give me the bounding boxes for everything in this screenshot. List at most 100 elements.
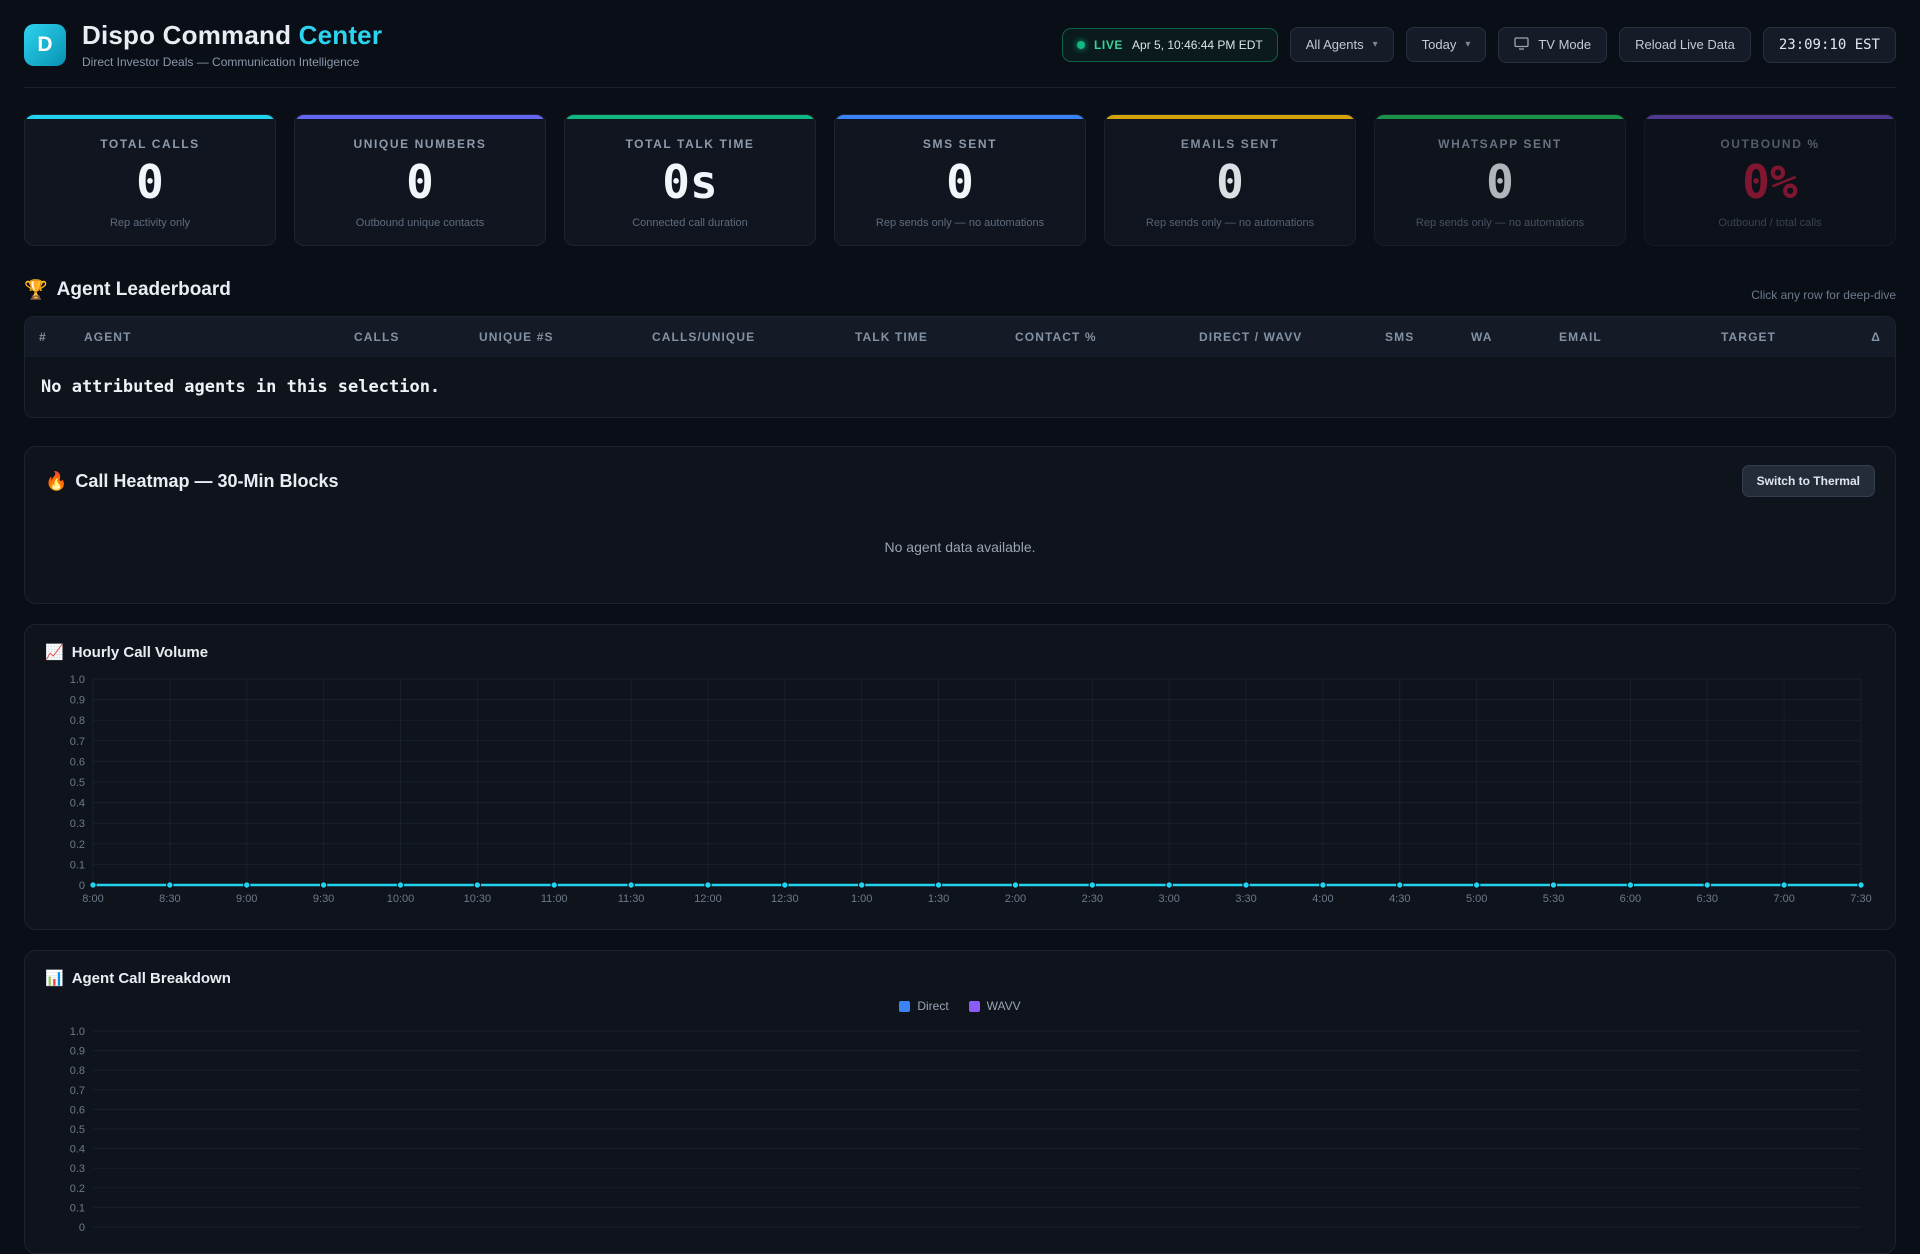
kpi-card-whatsapp-sent: WHATSAPP SENT 0 Rep sends only — no auto… — [1374, 114, 1626, 246]
svg-text:0.3: 0.3 — [70, 1163, 85, 1175]
hourly-call-volume-chart: 0 0.1 0.2 0.3 0.4 0.5 0.6 0.7 0.8 0.9 1.0 8:00 8:30 9… — [45, 673, 1875, 911]
header: D Dispo Command Center Direct Investor D… — [24, 0, 1896, 88]
kpi-label: WHATSAPP SENT — [1438, 137, 1562, 151]
svg-text:6:30: 6:30 — [1697, 893, 1718, 905]
agents-filter-value: All Agents — [1305, 37, 1364, 52]
reload-live-data-button[interactable]: Reload Live Data — [1619, 27, 1751, 62]
leaderboard-table-header: # AGENT CALLS UNIQUE #S CALLS/UNIQUE TAL… — [25, 317, 1895, 357]
col-direct-wavv: DIRECT / WAVV — [1199, 330, 1303, 344]
switch-thermal-button[interactable]: Switch to Thermal — [1741, 465, 1875, 497]
hourly-card-header: 📈 Hourly Call Volume — [45, 643, 1875, 662]
col-rank: # — [39, 330, 47, 344]
svg-text:0.6: 0.6 — [70, 1104, 85, 1116]
live-status-badge: LIVE Apr 5, 10:46:44 PM EDT — [1061, 27, 1278, 62]
svg-text:0.5: 0.5 — [70, 777, 85, 789]
agents-filter-dropdown[interactable]: All Agents ▾ — [1289, 27, 1394, 62]
page-title: Dispo Command Center — [82, 20, 382, 51]
header-titles: Dispo Command Center Direct Investor Dea… — [82, 20, 382, 69]
app-logo: D — [24, 23, 66, 66]
svg-text:0.8: 0.8 — [70, 715, 85, 727]
kpi-subtext: Outbound / total calls — [1718, 217, 1822, 229]
agent-call-breakdown-chart: 0 0.1 0.2 0.3 0.4 0.5 0.6 0.7 0.8 0.9 1.0 — [45, 1025, 1875, 1235]
hourly-title: 📈 Hourly Call Volume — [45, 643, 208, 662]
live-dot-icon — [1076, 40, 1085, 49]
kpi-accent-bar — [1105, 115, 1355, 119]
date-filter-value: Today — [1421, 37, 1457, 52]
kpi-accent-bar — [295, 115, 545, 119]
svg-text:0.6: 0.6 — [70, 756, 85, 768]
tv-mode-button[interactable]: TV Mode — [1498, 26, 1608, 63]
breakdown-title-text: Agent Call Breakdown — [71, 969, 231, 987]
breakdown-title: 📊 Agent Call Breakdown — [45, 969, 231, 988]
heatmap-card-header: 🔥 Call Heatmap — 30-Min Blocks Switch to… — [45, 465, 1875, 497]
svg-text:10:30: 10:30 — [464, 893, 492, 905]
legend-label-wavv: WAVV — [986, 999, 1021, 1013]
chevron-down-icon: ▾ — [1465, 39, 1471, 50]
wavv-swatch-icon — [968, 1000, 980, 1012]
col-calls-per-unique: CALLS/UNIQUE — [652, 330, 756, 344]
kpi-accent-bar — [1645, 115, 1895, 119]
leaderboard-empty-message: No attributed agents in this selection. — [41, 377, 441, 397]
kpi-subtext: Connected call duration — [632, 217, 748, 229]
call-heatmap-card: 🔥 Call Heatmap — 30-Min Blocks Switch to… — [24, 446, 1896, 604]
col-target: TARGET — [1721, 330, 1777, 344]
legend-item-direct: Direct — [899, 999, 949, 1013]
col-sms: SMS — [1385, 330, 1415, 344]
trophy-icon: 🏆 — [24, 280, 48, 301]
svg-text:1.0: 1.0 — [70, 674, 85, 686]
kpi-subtext: Rep sends only — no automations — [875, 217, 1045, 229]
kpi-value: 0s — [662, 155, 718, 209]
kpi-subtext: Rep sends only — no automations — [1145, 217, 1315, 229]
kpi-accent-bar — [1375, 115, 1625, 119]
col-delta: Δ — [1871, 330, 1881, 344]
svg-text:0.7: 0.7 — [70, 736, 85, 748]
leaderboard-title-text: Agent Leaderboard — [56, 279, 231, 300]
leaderboard-header: 🏆 Agent Leaderboard Click any row for de… — [24, 278, 1896, 302]
legend-item-wavv: WAVV — [968, 999, 1021, 1013]
col-talk-time: TALK TIME — [855, 330, 928, 344]
kpi-card-unique-numbers: UNIQUE NUMBERS 0 Outbound unique contact… — [294, 114, 546, 246]
kpi-label: EMAILS SENT — [1180, 137, 1280, 151]
svg-text:2:00: 2:00 — [1005, 893, 1026, 905]
svg-text:0.9: 0.9 — [70, 1046, 85, 1058]
kpi-label: SMS SENT — [922, 137, 998, 151]
svg-text:0.2: 0.2 — [70, 839, 85, 851]
breakdown-card-header: 📊 Agent Call Breakdown — [45, 969, 1875, 988]
svg-text:1:30: 1:30 — [928, 893, 949, 905]
leaderboard-table: # AGENT CALLS UNIQUE #S CALLS/UNIQUE TAL… — [24, 316, 1896, 418]
chart-increasing-icon: 📈 — [45, 644, 64, 661]
svg-text:9:00: 9:00 — [236, 893, 257, 905]
kpi-accent-bar — [565, 115, 815, 119]
svg-text:11:00: 11:00 — [541, 893, 568, 905]
svg-text:0: 0 — [79, 1222, 85, 1234]
kpi-subtext: Rep activity only — [109, 217, 191, 229]
agent-call-breakdown-card: 📊 Agent Call Breakdown Direct WAVV 0 0.1 0… — [24, 950, 1896, 1254]
live-timestamp: Apr 5, 10:46:44 PM EDT — [1132, 37, 1263, 52]
tv-mode-label: TV Mode — [1538, 37, 1592, 52]
col-unique-numbers: UNIQUE #S — [479, 330, 554, 344]
svg-text:11:30: 11:30 — [618, 893, 645, 905]
svg-text:7:30: 7:30 — [1850, 893, 1871, 905]
app-logo-letter: D — [37, 32, 53, 56]
kpi-accent-bar — [25, 115, 275, 119]
svg-text:12:30: 12:30 — [771, 893, 799, 905]
svg-text:0.5: 0.5 — [70, 1124, 85, 1136]
svg-text:3:30: 3:30 — [1235, 893, 1256, 905]
svg-text:0: 0 — [79, 880, 85, 892]
svg-text:0.3: 0.3 — [70, 818, 85, 830]
svg-text:8:30: 8:30 — [159, 893, 180, 905]
dashboard-page: D Dispo Command Center Direct Investor D… — [0, 0, 1920, 1254]
kpi-card-emails-sent: EMAILS SENT 0 Rep sends only — no automa… — [1104, 114, 1356, 246]
kpi-label: UNIQUE NUMBERS — [353, 137, 487, 151]
kpi-value: 0% — [1742, 155, 1798, 209]
heatmap-empty-message: No agent data available. — [884, 539, 1036, 555]
date-filter-dropdown[interactable]: Today ▾ — [1405, 27, 1487, 62]
breakdown-legend: Direct WAVV — [45, 999, 1875, 1013]
kpi-card-total-calls: TOTAL CALLS 0 Rep activity only — [24, 114, 276, 246]
svg-text:0.4: 0.4 — [70, 1144, 85, 1156]
direct-swatch-icon — [899, 1000, 911, 1012]
page-subtitle: Direct Investor Deals — Communication In… — [82, 55, 360, 69]
svg-text:5:30: 5:30 — [1543, 893, 1564, 905]
page-title-main: Dispo Command — [82, 20, 292, 50]
svg-text:4:30: 4:30 — [1389, 893, 1410, 905]
